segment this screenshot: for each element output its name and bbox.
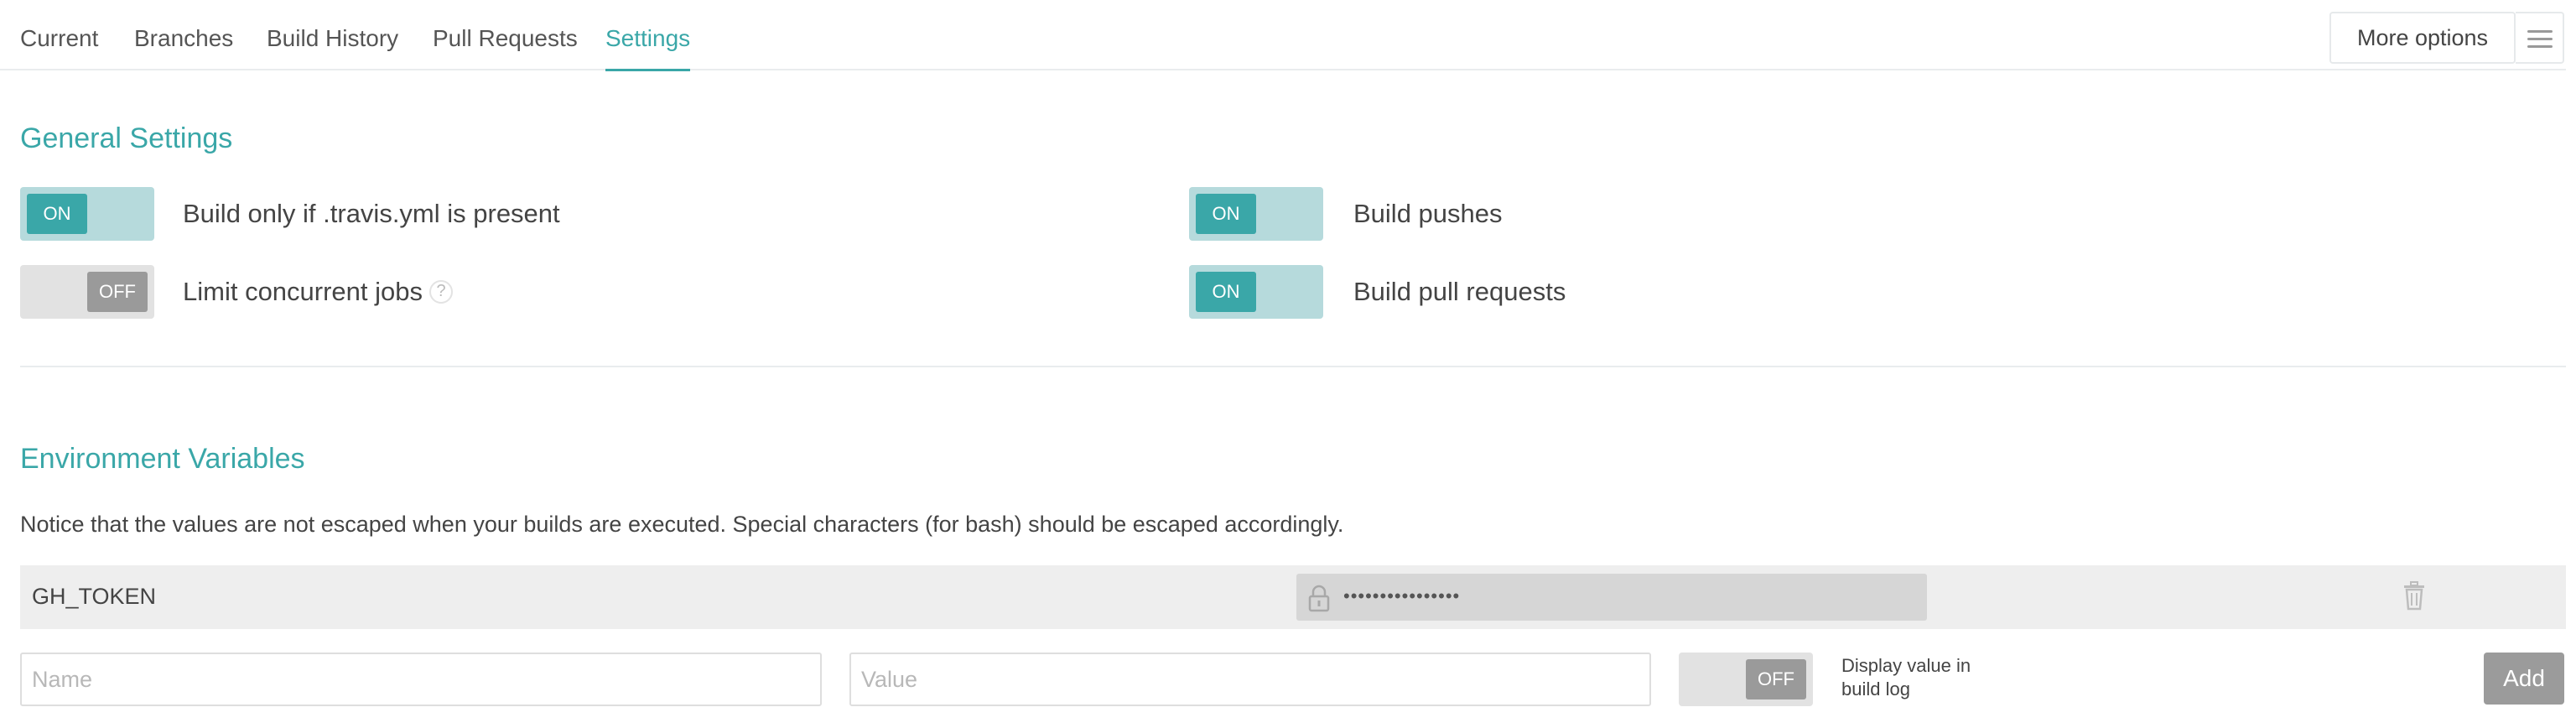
env-var-masked-value: •••••••••••••••• (1343, 585, 1461, 606)
add-env-var-button[interactable]: Add (2484, 653, 2564, 705)
lock-icon (1308, 585, 1330, 612)
trash-icon[interactable] (2402, 580, 2427, 611)
tab-settings[interactable]: Settings (605, 25, 691, 71)
more-options-button[interactable]: More options (2329, 12, 2516, 64)
escaping-notice: Notice that the values are not escaped w… (20, 512, 1344, 537)
env-var-row: GH_TOKEN •••••••••••••••• (20, 565, 2566, 629)
hamburger-icon[interactable] (2516, 12, 2564, 64)
display-value-toggle[interactable]: OFF (1679, 653, 1813, 706)
build-pushes-label: Build pushes (1353, 199, 1503, 228)
toggle-state: ON (1196, 272, 1256, 312)
tab-pull-requests[interactable]: Pull Requests (433, 25, 578, 52)
help-icon[interactable]: ? (429, 279, 454, 304)
env-var-name: GH_TOKEN (32, 584, 157, 609)
limit-concurrent-jobs-setting: Limit concurrent jobs? (183, 277, 454, 307)
build-only-travis-yml-label: Build only if .travis.yml is present (183, 199, 560, 228)
build-only-travis-yml-toggle[interactable]: ON (20, 187, 154, 241)
toggle-state: OFF (1746, 659, 1806, 699)
build-pushes-toggle[interactable]: ON (1189, 187, 1323, 241)
toggle-state: ON (27, 194, 87, 234)
tab-build-history[interactable]: Build History (267, 25, 398, 52)
general-settings-title: General Settings (20, 122, 233, 154)
section-divider (20, 366, 2566, 367)
environment-variables-title: Environment Variables (20, 443, 305, 475)
tab-current[interactable]: Current (20, 25, 98, 52)
repo-tabs: Current Branches Build History Pull Requ… (0, 0, 2566, 71)
display-value-label: Display value in build log (1841, 655, 1971, 699)
build-pull-requests-label: Build pull requests (1353, 277, 1566, 306)
toggle-state: ON (1196, 194, 1256, 234)
build-pull-requests-toggle[interactable]: ON (1189, 265, 1323, 319)
env-var-value: •••••••••••••••• (1296, 574, 1927, 621)
limit-concurrent-jobs-label: Limit concurrent jobs (183, 277, 423, 306)
limit-concurrent-jobs-toggle[interactable]: OFF (20, 265, 154, 319)
tab-branches[interactable]: Branches (134, 25, 233, 52)
env-value-input[interactable] (849, 653, 1651, 706)
env-name-input[interactable] (20, 653, 822, 706)
toggle-state: OFF (87, 272, 148, 312)
